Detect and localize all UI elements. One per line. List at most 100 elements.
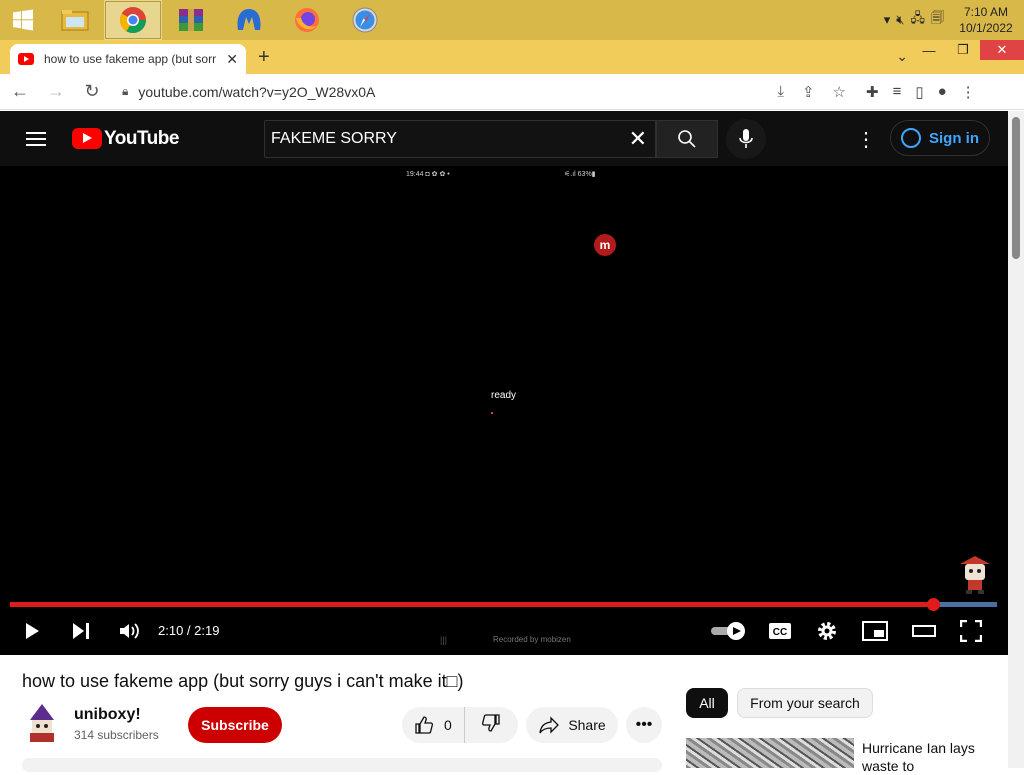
- grip-handle-icon: |||: [440, 635, 448, 645]
- share-page-icon[interactable]: ⇪: [802, 83, 815, 101]
- youtube-play-logo-icon: [72, 128, 102, 149]
- search-input[interactable]: FAKEME SORRY ✕: [264, 120, 656, 158]
- mute-button[interactable]: [118, 617, 142, 645]
- theater-mode-button[interactable]: [912, 617, 936, 645]
- clock-time: 7:10 AM: [963, 5, 1009, 19]
- youtube-masthead: YouTube FAKEME SORRY ✕ ⋮ Sign in: [0, 111, 1008, 166]
- search-query-text[interactable]: FAKEME SORRY: [271, 130, 397, 148]
- search-button[interactable]: [656, 120, 718, 158]
- restore-button[interactable]: ❐: [946, 40, 980, 60]
- speaker-muted-icon[interactable]: 🔇︎: [896, 12, 904, 28]
- voice-search-button[interactable]: [726, 119, 766, 159]
- progress-bar[interactable]: [10, 598, 997, 611]
- more-actions-button[interactable]: •••: [626, 707, 662, 743]
- phone-status-left: 19:44 ◘ ✿ ✿ •: [406, 171, 450, 178]
- share-label: Share: [568, 717, 606, 733]
- player-controls: 2:10 / 2:19 ||| Recorded by mobizen CC: [0, 615, 1008, 647]
- like-button[interactable]: 0: [402, 707, 465, 743]
- dislike-button[interactable]: [465, 713, 517, 738]
- tab-close-icon[interactable]: ✕: [226, 51, 238, 68]
- cc-label: CC: [773, 627, 787, 638]
- network-icon[interactable]: 🖧︎: [911, 9, 926, 31]
- recommendation-title[interactable]: Hurricane Ian lays waste to: [862, 739, 1002, 775]
- window-controls: — ❐ ✕: [912, 40, 1024, 64]
- browser-tab[interactable]: how to use fakeme app (but sorry guys i …: [10, 44, 246, 74]
- settings-button[interactable]: [816, 617, 838, 645]
- thumbs-up-icon: [415, 716, 433, 734]
- closed-captions-icon: CC: [769, 623, 791, 639]
- page-scrollbar[interactable]: [1008, 111, 1024, 768]
- subscriber-count: 314 subscribers: [74, 728, 159, 742]
- hamburger-menu-icon[interactable]: [26, 128, 46, 150]
- red-dot: [491, 412, 493, 414]
- address-bar[interactable]: 🔒︎ youtube.com/watch?v=y2O_W28vx0A ⤓ ⇪ ☆: [114, 77, 854, 106]
- taskbar-clock[interactable]: 7:10 AM 10/1/2022: [958, 4, 1014, 36]
- more-horizontal-icon: •••: [635, 716, 653, 733]
- scrollbar-thumb[interactable]: [1012, 117, 1020, 259]
- recorded-by-watermark: Recorded by mobizen: [493, 635, 571, 644]
- miniplayer-button[interactable]: [862, 617, 888, 645]
- bookmark-star-icon[interactable]: ☆: [833, 83, 846, 101]
- chrome-icon: [119, 7, 147, 34]
- tab-search-chevron-icon[interactable]: ⌄: [896, 48, 908, 65]
- video-player[interactable]: 19:44 ◘ ✿ ✿ • ⚟.ıl 63%▮ m ready 2:10 / 2…: [0, 166, 1008, 655]
- chrome-taskbar-button[interactable]: [104, 0, 162, 40]
- microphone-icon: [739, 129, 753, 148]
- clear-search-icon[interactable]: ✕: [629, 126, 647, 152]
- new-tab-button[interactable]: +: [258, 46, 270, 69]
- malwarebytes-taskbar-button[interactable]: [220, 0, 278, 40]
- chip-all[interactable]: All: [686, 688, 728, 718]
- safari-icon: [352, 7, 378, 33]
- video-title: how to use fakeme app (but sorry guys i …: [22, 671, 464, 691]
- safari-taskbar-button[interactable]: [336, 0, 394, 40]
- like-count: 0: [444, 717, 452, 733]
- volume-icon: [120, 623, 139, 639]
- sign-in-button[interactable]: Sign in: [890, 120, 990, 156]
- channel-name[interactable]: uniboxy!: [74, 706, 141, 724]
- close-window-button[interactable]: ✕: [980, 40, 1024, 60]
- start-button[interactable]: [0, 0, 46, 40]
- install-app-icon[interactable]: ⤓: [777, 83, 784, 101]
- autoplay-toggle[interactable]: [710, 617, 746, 645]
- forward-arrow-icon[interactable]: →: [40, 81, 72, 102]
- scrubber-handle[interactable]: [926, 598, 940, 611]
- chip-from-your-search[interactable]: From your search: [737, 688, 873, 718]
- winrar-taskbar-button[interactable]: [162, 0, 220, 40]
- next-button[interactable]: [70, 617, 92, 645]
- extensions-puzzle-icon[interactable]: ✚: [866, 83, 879, 101]
- media-queue-icon[interactable]: ≡: [893, 83, 902, 101]
- subscribe-button[interactable]: Subscribe: [188, 707, 282, 743]
- recommendation-thumbnail[interactable]: [686, 738, 854, 768]
- back-arrow-icon[interactable]: ←: [4, 81, 36, 102]
- reload-icon[interactable]: ↻: [76, 81, 108, 102]
- autoplay-icon: [711, 622, 745, 640]
- miniplayer-icon: [862, 621, 888, 641]
- video-overlay-text: ready: [491, 390, 517, 401]
- thumbs-down-icon: [481, 713, 500, 732]
- profile-icon[interactable]: ●: [938, 83, 947, 101]
- youtube-logo[interactable]: YouTube: [72, 128, 179, 150]
- fullscreen-icon: [960, 620, 982, 642]
- action-center-icon[interactable]: 🗐︎: [931, 9, 944, 31]
- settings-kebab-icon[interactable]: ⋮: [856, 127, 876, 152]
- winrar-icon: [179, 9, 203, 31]
- windows-logo-icon: [13, 9, 33, 31]
- lock-icon[interactable]: 🔒︎: [122, 84, 128, 99]
- firefox-taskbar-button[interactable]: [278, 0, 336, 40]
- minimize-button[interactable]: —: [912, 40, 946, 60]
- share-button[interactable]: Share: [526, 707, 618, 743]
- tab-title: how to use fakeme app (but sorry guys i …: [44, 52, 216, 66]
- description-box[interactable]: [22, 758, 662, 772]
- play-button[interactable]: [22, 617, 42, 645]
- play-icon: [26, 623, 39, 639]
- file-explorer-taskbar-button[interactable]: [46, 0, 104, 40]
- url-text[interactable]: youtube.com/watch?v=y2O_W28vx0A: [138, 84, 375, 100]
- captions-button[interactable]: CC: [768, 617, 792, 645]
- side-panel-icon[interactable]: ▯: [915, 83, 923, 101]
- chrome-menu-icon[interactable]: ⋮: [961, 83, 976, 101]
- windows-taskbar: ▾ 🔇︎ 🖧︎ 🗐︎ 7:10 AM 10/1/2022: [0, 0, 1024, 40]
- recorder-badge-icon: m: [594, 234, 616, 256]
- chevron-up-icon[interactable]: ▾: [884, 12, 891, 28]
- channel-avatar[interactable]: [24, 702, 60, 742]
- fullscreen-button[interactable]: [960, 617, 982, 645]
